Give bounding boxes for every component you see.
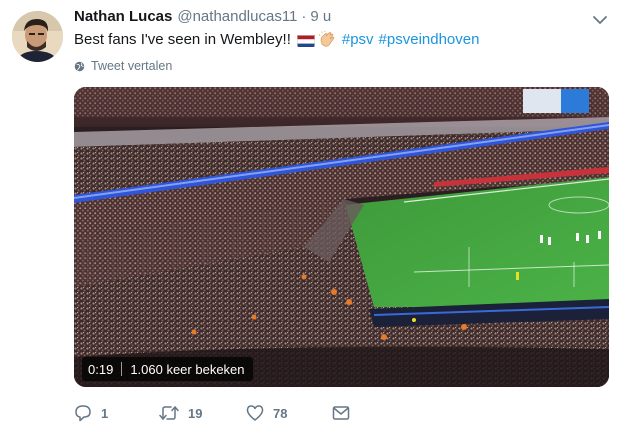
author-name[interactable]: Nathan Lucas [74, 8, 172, 25]
tweet-time[interactable]: 9 u [310, 8, 331, 25]
separator-dot: · [301, 8, 307, 25]
translate-label: Tweet vertalen [91, 59, 173, 73]
video-views: 1.060 keer bekeken [130, 361, 245, 377]
author-handle[interactable]: @nathandlucas11 [177, 8, 297, 25]
direct-message-button[interactable] [332, 405, 359, 421]
envelope-icon [332, 405, 359, 421]
like-button[interactable]: 78 [246, 404, 332, 422]
retweet-button[interactable]: 19 [159, 404, 246, 422]
dutch-flag-icon [296, 34, 315, 47]
tweet-card[interactable]: Nathan Lucas @nathandlucas11 · 9 u Best … [0, 0, 620, 432]
video-player[interactable]: 0:19 1.060 keer bekeken [74, 87, 609, 387]
reply-count: 1 [101, 405, 109, 421]
clapping-hands-icon [318, 30, 336, 49]
translate-tweet-link[interactable]: Tweet vertalen [74, 59, 172, 73]
avatar[interactable] [12, 11, 63, 62]
retweet-icon [159, 404, 188, 422]
tweet-body: Best fans I've seen in Wembley!! [74, 31, 291, 48]
tweet-header: Nathan Lucas @nathandlucas11 · 9 u [74, 8, 331, 30]
stadium-video-frame [74, 87, 609, 387]
hashtag-psv[interactable]: #psv [342, 30, 374, 50]
hashtag-psveindhoven[interactable]: #psveindhoven [379, 30, 480, 50]
chevron-down-icon[interactable] [592, 12, 608, 28]
retweet-count: 19 [188, 405, 203, 421]
globe-icon [74, 61, 91, 72]
tweet-text: Best fans I've seen in Wembley!! #psv #p… [74, 30, 479, 50]
heart-icon [246, 404, 273, 422]
video-info-overlay: 0:19 1.060 keer bekeken [82, 357, 253, 381]
video-info-divider [121, 362, 123, 376]
tweet-actions: 1 19 78 [74, 402, 359, 424]
video-duration: 0:19 [88, 361, 114, 377]
reply-icon [74, 404, 101, 422]
reply-button[interactable]: 1 [74, 404, 159, 422]
like-count: 78 [273, 405, 288, 421]
